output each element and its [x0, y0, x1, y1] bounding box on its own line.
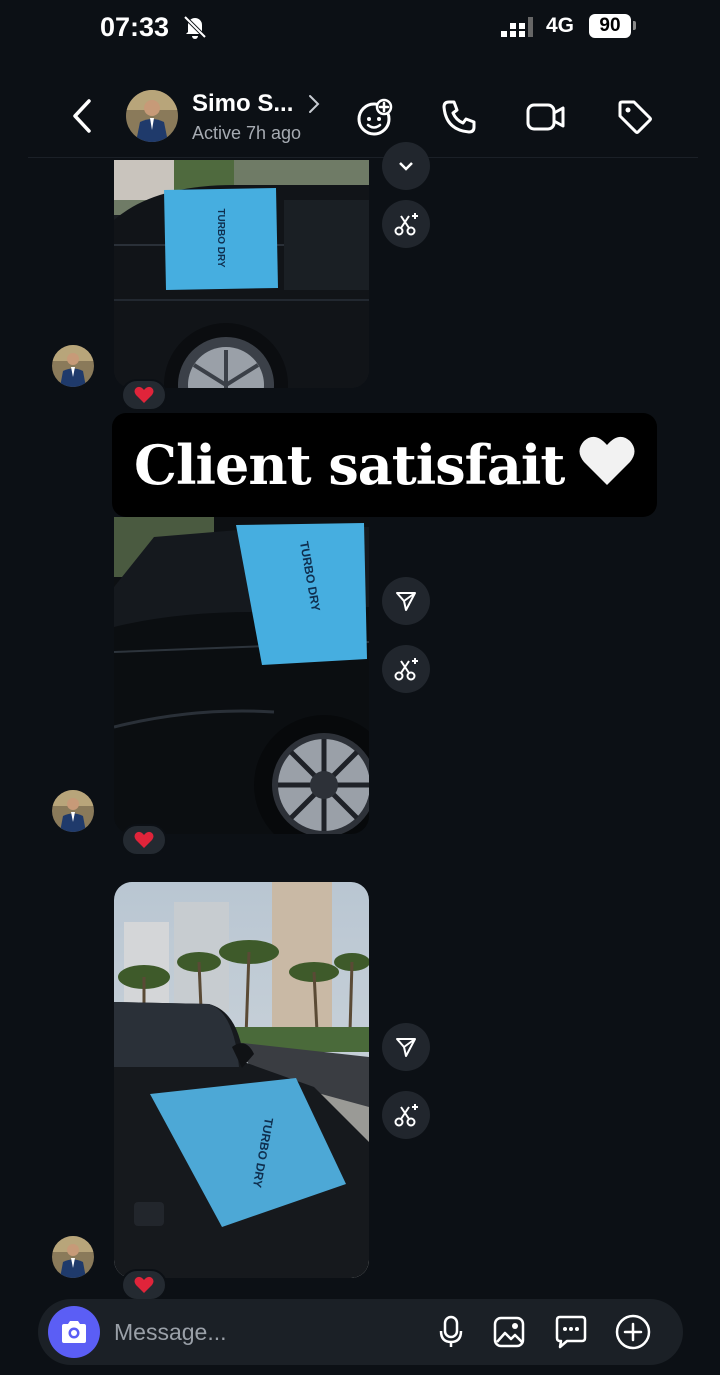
- reaction-badge[interactable]: [121, 379, 167, 411]
- send-icon: [396, 1038, 416, 1057]
- caption-text: Client satisfait: [134, 433, 565, 497]
- car-with-towel-photo: TURBO DRY: [114, 160, 369, 388]
- tag-button[interactable]: [614, 96, 656, 138]
- red-heart-icon: [134, 386, 154, 403]
- send-icon: [396, 592, 416, 611]
- forward-button[interactable]: [382, 1023, 430, 1071]
- network-type: 4G: [546, 14, 575, 37]
- bell-muted-icon: [183, 15, 207, 39]
- chevron-down-icon: [399, 162, 413, 171]
- message-composer: [38, 1299, 683, 1365]
- car-hood-with-towel-photo: TURBO DRY: [114, 882, 369, 1278]
- contact-avatar[interactable]: [126, 90, 178, 142]
- phone-icon: [442, 100, 476, 134]
- more-options-button[interactable]: [614, 1313, 652, 1351]
- sender-avatar[interactable]: [52, 1236, 94, 1278]
- scissors-sparkle-icon: [394, 1104, 418, 1127]
- reaction-badge[interactable]: [121, 824, 167, 856]
- camera-icon: [62, 1321, 86, 1343]
- scissors-sparkle-icon: [394, 658, 418, 681]
- gallery-button[interactable]: [490, 1313, 528, 1351]
- camera-button[interactable]: [48, 1306, 100, 1358]
- status-bar: 07:33 4G 90: [0, 0, 720, 56]
- reaction-badge[interactable]: [121, 1269, 167, 1301]
- sender-avatar[interactable]: [52, 790, 94, 832]
- effects-button[interactable]: [354, 96, 396, 138]
- sticker-button[interactable]: [552, 1313, 590, 1351]
- contact-status: Active 7h ago: [192, 123, 302, 143]
- image-icon: [493, 1316, 525, 1348]
- forward-button[interactable]: [382, 142, 430, 190]
- remix-button[interactable]: [382, 1091, 430, 1139]
- message-input[interactable]: [114, 1299, 414, 1365]
- message-photo[interactable]: TURBO DRY: [114, 160, 369, 388]
- sender-avatar[interactable]: [52, 345, 94, 387]
- signal-icon: [501, 17, 533, 37]
- remix-button[interactable]: [382, 200, 430, 248]
- red-heart-icon: [134, 1276, 154, 1293]
- white-heart-icon: [579, 436, 635, 485]
- message-bubble-icon: [555, 1315, 587, 1349]
- video-call-button[interactable]: [524, 96, 568, 138]
- tag-icon: [618, 100, 652, 134]
- person-photo-icon: [52, 345, 94, 387]
- voice-message-button[interactable]: [432, 1313, 470, 1351]
- contact-name[interactable]: Simo S...: [192, 90, 293, 118]
- microphone-icon: [439, 1315, 463, 1347]
- person-photo-icon: [126, 90, 178, 142]
- forward-button[interactable]: [382, 577, 430, 625]
- audio-call-button[interactable]: [438, 96, 480, 138]
- remix-button[interactable]: [382, 645, 430, 693]
- chevron-left-icon: [73, 99, 91, 133]
- face-sparkle-icon: [357, 98, 393, 136]
- plus-circle-icon: [615, 1314, 651, 1350]
- person-photo-icon: [52, 790, 94, 832]
- message-photo[interactable]: TURBO DRY: [114, 517, 369, 834]
- chevron-right-icon[interactable]: [306, 92, 322, 116]
- car-with-towel-photo: TURBO DRY: [114, 517, 369, 834]
- story-caption: Client satisfait: [112, 413, 657, 517]
- red-heart-icon: [134, 831, 154, 848]
- scissors-sparkle-icon: [394, 213, 418, 236]
- message-thread[interactable]: TURBO DRY Client satisfait TURBO DRY TUR…: [0, 142, 720, 1301]
- battery-level: 90: [589, 14, 631, 38]
- svg-text:TURBO DRY: TURBO DRY: [215, 208, 226, 267]
- status-time: 07:33: [100, 12, 170, 42]
- chat-header: Simo S... Active 7h ago: [28, 72, 698, 158]
- battery-tip: [633, 21, 636, 30]
- message-photo[interactable]: TURBO DRY: [114, 882, 369, 1278]
- person-photo-icon: [52, 1236, 94, 1278]
- back-button[interactable]: [64, 92, 100, 140]
- video-camera-icon: [526, 103, 565, 131]
